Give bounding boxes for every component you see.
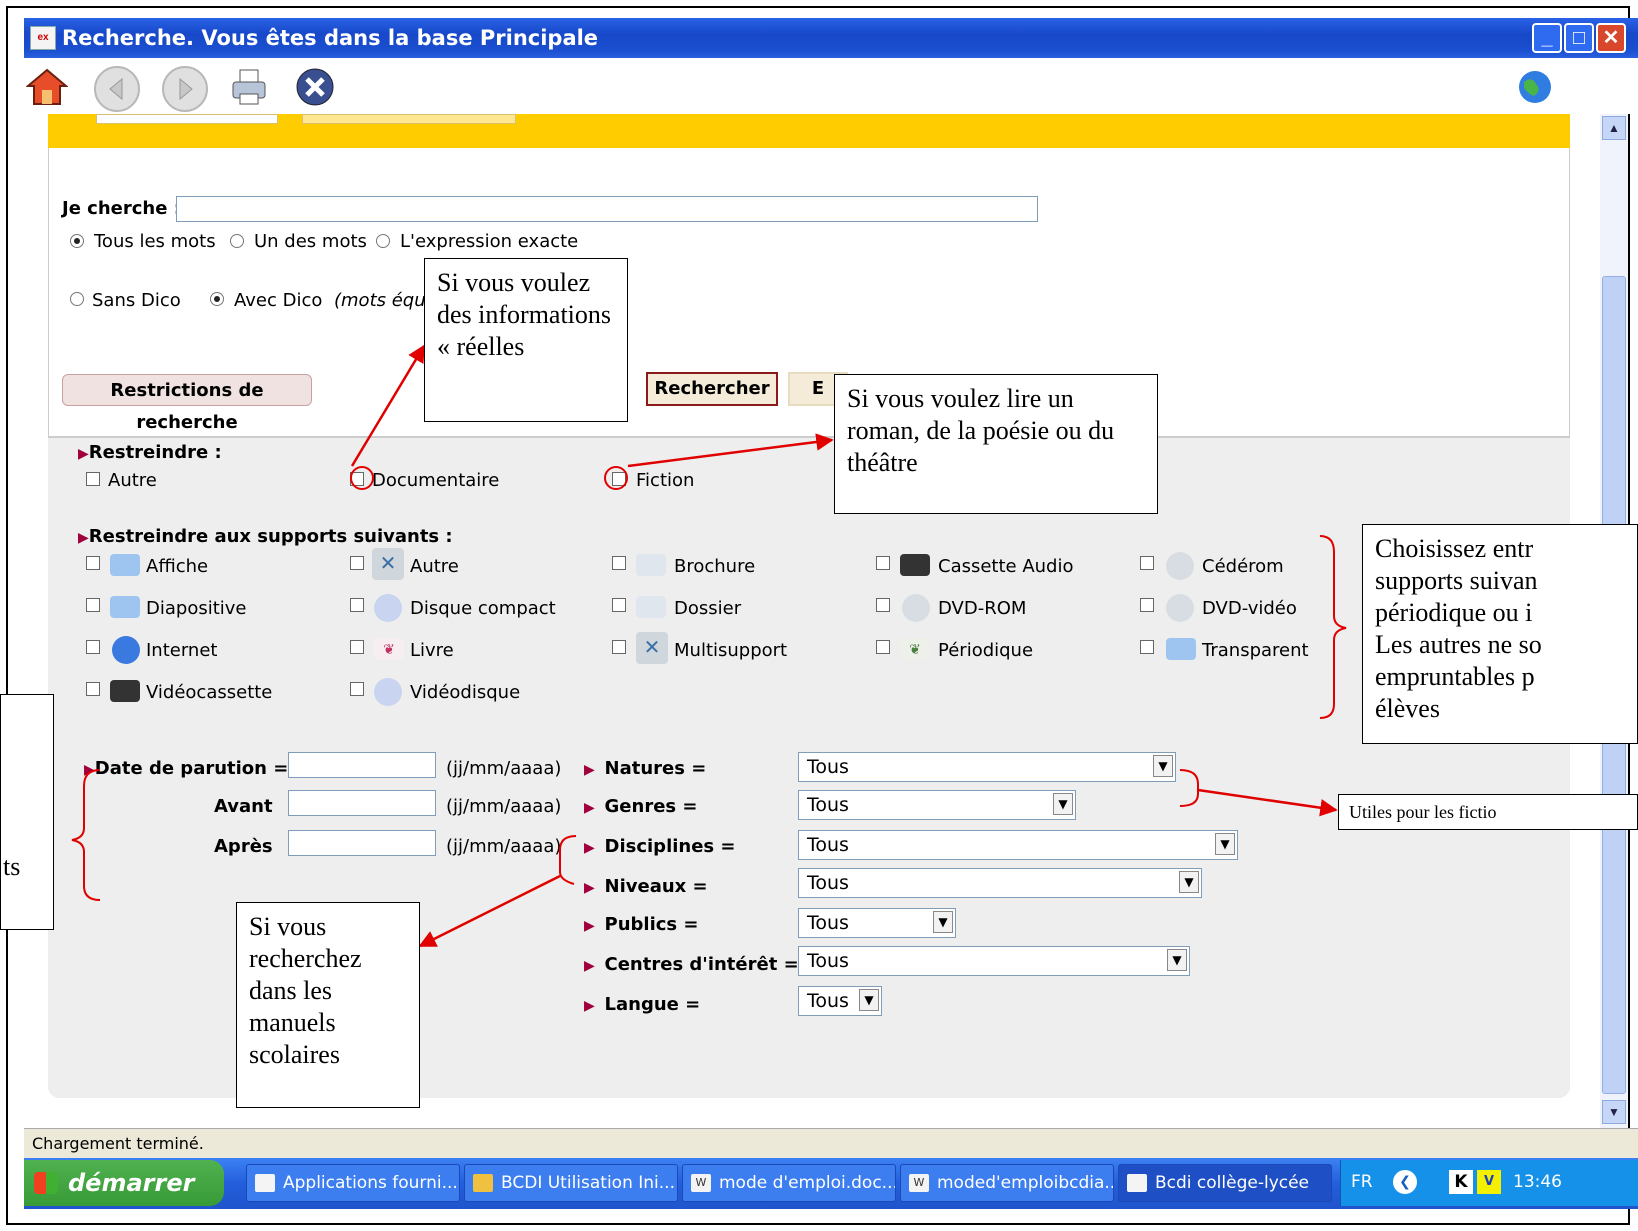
arrow-documentaire xyxy=(350,344,426,467)
arrow-manuels xyxy=(418,874,561,948)
callout-fiction: Si vous voulez lire un roman, de la poés… xyxy=(834,374,1158,514)
callout-supports: Choisissez entr supports suivan périodique… xyxy=(1362,524,1638,744)
task-label: mode d'emploi.doc... xyxy=(719,1173,896,1193)
folder-icon xyxy=(473,1174,493,1192)
task-label: moded'emploibcdia... xyxy=(937,1173,1114,1193)
brace-natures xyxy=(1179,769,1199,807)
task-bcdi-college[interactable]: Bcdi collège-lycée xyxy=(1118,1164,1332,1202)
chevron-left-icon[interactable]: ❮ xyxy=(1393,1170,1417,1194)
callout-natures: Utiles pour les fictio xyxy=(1338,794,1638,830)
system-tray: FR ❮ K V 13:46 xyxy=(1340,1160,1638,1206)
brace-supports xyxy=(1319,535,1347,719)
app-task-icon xyxy=(1127,1174,1147,1192)
task-label: Bcdi collège-lycée xyxy=(1155,1173,1310,1193)
windows-flag-icon xyxy=(34,1172,58,1194)
status-bar: Chargement terminé. xyxy=(24,1128,1638,1159)
language-indicator[interactable]: FR xyxy=(1351,1172,1373,1192)
start-button[interactable]: démarrer xyxy=(24,1160,224,1206)
task-applications[interactable]: Applications fourni... xyxy=(246,1164,460,1202)
task-label: BCDI Utilisation Ini... xyxy=(501,1173,675,1193)
callout-dates: ts xyxy=(0,694,54,930)
highlight-circle-documentaire xyxy=(350,466,374,490)
task-moded-emploi[interactable]: Wmoded'emploibcdia... xyxy=(900,1164,1114,1202)
task-bcdi-utilisation[interactable]: BCDI Utilisation Ini... xyxy=(464,1164,678,1202)
clock: 13:46 xyxy=(1513,1172,1562,1192)
start-label: démarrer xyxy=(68,1169,195,1197)
word-doc-icon: W xyxy=(691,1174,711,1192)
callout-manuels: Si vous recherchez dans les manuels scol… xyxy=(236,902,420,1108)
antivirus-icon[interactable]: K xyxy=(1449,1170,1473,1194)
status-text: Chargement terminé. xyxy=(32,1134,204,1153)
task-label: Applications fourni... xyxy=(283,1173,458,1193)
callout-dates-text: ts xyxy=(3,852,21,881)
brace-disciplines xyxy=(559,835,577,885)
highlight-circle-fiction xyxy=(604,466,628,490)
tray-app-icon[interactable]: V xyxy=(1477,1170,1501,1194)
arrow-fiction xyxy=(627,433,834,468)
taskbar: démarrer Applications fourni... BCDI Uti… xyxy=(24,1158,1638,1209)
task-mode-emploi[interactable]: Wmode d'emploi.doc... xyxy=(682,1164,896,1202)
word-doc-icon: W xyxy=(909,1174,929,1192)
app-task-icon xyxy=(255,1174,275,1192)
callout-documentaire: Si vous voulez des informations « réelle… xyxy=(424,258,628,422)
brace-dates xyxy=(71,769,101,901)
arrow-natures xyxy=(1197,788,1338,817)
